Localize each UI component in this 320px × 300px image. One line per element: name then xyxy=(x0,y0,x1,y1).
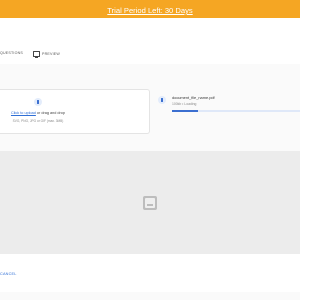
footer-bar: CANCEL xyxy=(0,254,300,292)
document-icon xyxy=(158,96,166,104)
file-status: 100kb • Loading xyxy=(172,102,197,106)
tab-questions[interactable]: QUESTIONS xyxy=(0,51,23,55)
dropzone-instructions: Click to upload or drag and drop xyxy=(0,111,76,115)
trial-period-link[interactable]: Trial Period Left: 30 Days xyxy=(107,6,192,15)
document-icon xyxy=(34,98,42,106)
monitor-icon xyxy=(33,51,40,57)
uploading-file-item: document_file_name.pdf 100kb • Loading xyxy=(156,89,300,117)
trial-banner: Trial Period Left: 30 Days xyxy=(0,0,300,18)
upload-dropzone[interactable]: Click to upload or drag and drop SVG, PN… xyxy=(0,89,150,134)
upload-progress-bar xyxy=(172,110,300,112)
dropzone-hint: SVG, PNG, JPG or GIF (max. 3MB) xyxy=(12,119,64,123)
upload-progress-fill xyxy=(172,110,198,112)
tab-preview-label: PREVIEW xyxy=(42,51,60,56)
click-to-upload-link[interactable]: Click to upload xyxy=(11,111,36,115)
file-name: document_file_name.pdf xyxy=(172,95,215,100)
tab-preview[interactable]: PREVIEW xyxy=(33,51,60,57)
drag-drop-text: or drag and drop xyxy=(35,111,66,115)
cancel-button[interactable]: CANCEL xyxy=(0,272,17,276)
tab-bar: QUESTIONS PREVIEW xyxy=(0,44,300,65)
image-placeholder-icon xyxy=(143,196,157,210)
